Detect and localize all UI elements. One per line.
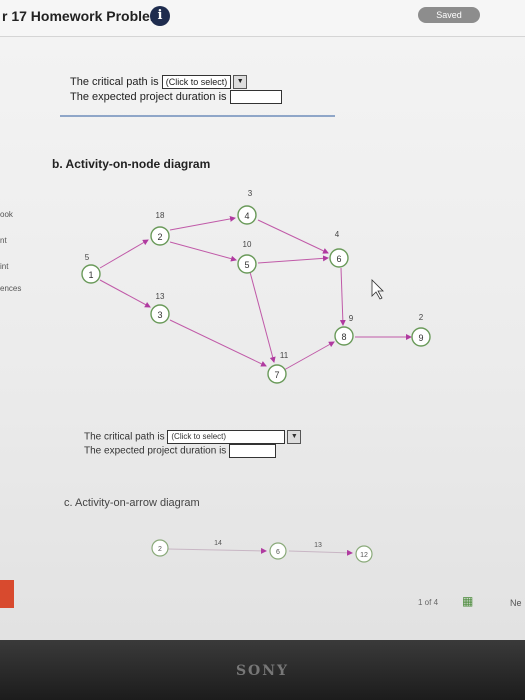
aoa-node-6[interactable]: 6 (269, 542, 287, 560)
node-7-id: 7 (274, 370, 279, 380)
node-2-id: 2 (157, 232, 162, 242)
edge-5-6 (257, 255, 329, 264)
aoa-node-2-label: 2 (158, 546, 162, 553)
node-7-duration: 11 (280, 351, 289, 360)
edge-4-6 (257, 219, 329, 254)
grid-icon[interactable]: ▦ (462, 594, 478, 608)
aoa-node-6-label: 6 (276, 549, 280, 556)
edge-7-8 (283, 341, 335, 371)
aoa-duration-1: 14 (214, 540, 222, 547)
duration-label-b: The expected project duration is (84, 445, 227, 457)
arrow-6-12 (288, 549, 353, 556)
node-5-duration: 10 (243, 240, 252, 249)
aoa-node-12-label: 12 (360, 552, 368, 559)
publisher-logo-icon[interactable] (0, 580, 14, 608)
node-6[interactable]: 6 4 (329, 230, 349, 268)
monitor-brand: SONY (235, 663, 290, 679)
edges (99, 215, 412, 371)
node-3[interactable]: 3 13 (150, 292, 170, 324)
node-5-id: 5 (244, 260, 249, 270)
node-4[interactable]: 4 3 (237, 189, 257, 225)
edge-2-4 (169, 215, 236, 231)
aoa-node-2[interactable]: 2 (151, 539, 169, 557)
aoa-node-12[interactable]: 12 (355, 545, 373, 563)
node-3-id: 3 (157, 310, 162, 320)
node-9[interactable]: 9 2 (411, 313, 431, 347)
cursor-icon (371, 279, 384, 300)
arrow-2-6 (167, 547, 267, 554)
activity-on-arrow-diagram: 2 6 12 14 13 (151, 539, 373, 563)
node-9-id: 9 (418, 333, 423, 343)
aoa-duration-2: 13 (314, 542, 322, 549)
duration-input-b[interactable] (229, 444, 277, 458)
edge-1-3 (99, 279, 151, 308)
edge-6-8 (339, 267, 346, 326)
node-8[interactable]: 8 9 (334, 314, 354, 346)
node-1[interactable]: 1 5 (81, 253, 101, 284)
node-8-id: 8 (341, 332, 346, 342)
dropdown-arrow-icon-b[interactable]: ▼ (287, 430, 302, 444)
node-6-duration: 4 (335, 230, 340, 239)
node-2[interactable]: 2 18 (150, 211, 170, 246)
critical-path-select-b[interactable]: (Click to select) (167, 430, 286, 444)
node-4-duration: 3 (248, 189, 253, 198)
node-1-id: 1 (88, 270, 93, 280)
part-b-answers: The critical path is (Click to select) ▼ … (84, 430, 302, 458)
node-5[interactable]: 5 10 (237, 240, 257, 274)
screen: r 17 Homework Problems i Saved ook nt in… (0, 0, 525, 640)
edge-5-7 (249, 271, 276, 363)
node-8-duration: 9 (349, 314, 354, 323)
node-7[interactable]: 7 11 (267, 351, 289, 384)
node-3-duration: 13 (156, 292, 165, 301)
edge-3-7 (169, 319, 267, 367)
node-9-duration: 2 (419, 313, 424, 322)
node-6-id: 6 (336, 254, 341, 264)
edge-2-5 (169, 241, 237, 262)
activity-on-node-diagram: 1 5 2 18 3 13 4 3 5 10 6 4 7 11 8 9 9 2 … (81, 189, 431, 563)
node-4-id: 4 (244, 211, 249, 221)
critical-path-label-b: The critical path is (84, 431, 165, 443)
node-2-duration: 18 (156, 211, 165, 220)
page-indicator: 1 of 4 (418, 598, 439, 607)
edge-1-2 (99, 239, 149, 269)
part-c-heading: c. Activity-on-arrow diagram (64, 497, 200, 509)
next-button[interactable]: Ne (510, 598, 522, 608)
node-1-duration: 5 (85, 253, 90, 262)
